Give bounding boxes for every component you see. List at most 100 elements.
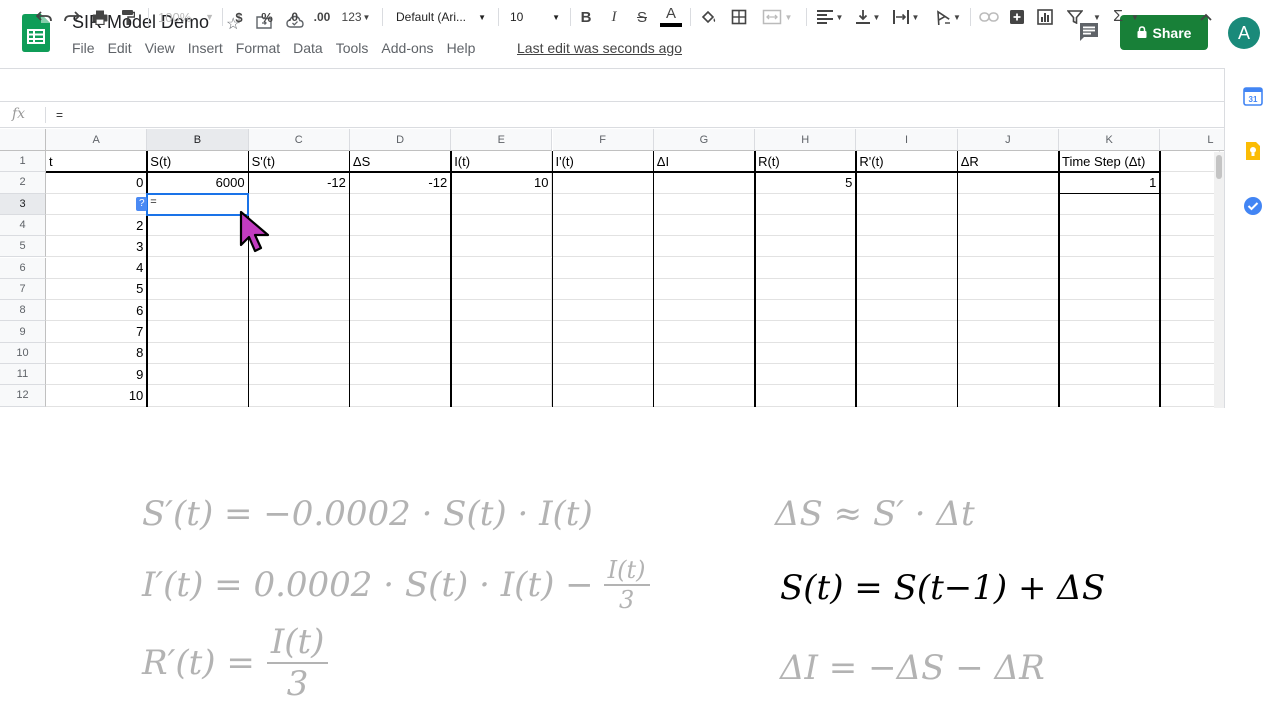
keep-icon[interactable]: [1243, 141, 1263, 161]
cell-l12[interactable]: [1160, 385, 1221, 407]
cell-j8[interactable]: [957, 300, 1059, 322]
cell-h11[interactable]: [755, 364, 857, 386]
cell-i9[interactable]: [856, 321, 958, 343]
column-header-b[interactable]: B: [147, 129, 249, 151]
cell-b9[interactable]: [147, 321, 249, 343]
cell-k11[interactable]: [1059, 364, 1161, 386]
insert-comment-icon[interactable]: [1008, 7, 1026, 27]
cell-l5[interactable]: [1160, 236, 1221, 258]
column-header-h[interactable]: H: [755, 129, 857, 151]
cell-j4[interactable]: [957, 214, 1059, 237]
cell-j11[interactable]: [957, 364, 1059, 386]
vertical-scrollbar[interactable]: [1214, 152, 1224, 408]
cell-g10[interactable]: [653, 342, 756, 364]
cell-l9[interactable]: [1160, 321, 1221, 343]
cell-d12[interactable]: [349, 385, 452, 407]
cell-c2[interactable]: -12: [248, 172, 350, 194]
cell-b8[interactable]: [147, 300, 249, 322]
menu-view[interactable]: View: [145, 40, 175, 58]
cell-a11[interactable]: 9: [46, 364, 148, 386]
cell-f6[interactable]: [552, 257, 654, 279]
cell-a1[interactable]: t: [46, 151, 148, 173]
cell-b1[interactable]: S(t): [147, 151, 249, 173]
cell-b6[interactable]: [147, 257, 249, 279]
cell-k10[interactable]: [1059, 342, 1161, 364]
column-header-k[interactable]: K: [1059, 129, 1161, 151]
cell-i12[interactable]: [856, 385, 958, 407]
column-header-a[interactable]: A: [46, 129, 148, 151]
cell-i10[interactable]: [856, 342, 958, 364]
cell-k1[interactable]: Time Step (Δt): [1059, 151, 1161, 173]
cell-g2[interactable]: [653, 172, 756, 194]
column-header-i[interactable]: I: [856, 129, 958, 151]
cell-e4[interactable]: [451, 214, 553, 237]
cell-i1[interactable]: R'(t): [856, 151, 958, 173]
row-header-5[interactable]: 5: [0, 236, 46, 258]
cell-j7[interactable]: [957, 278, 1059, 301]
cell-e10[interactable]: [451, 342, 553, 364]
cell-l10[interactable]: [1160, 342, 1221, 364]
merge-cells-icon[interactable]: ▼: [758, 7, 796, 27]
menu-insert[interactable]: Insert: [188, 40, 223, 58]
cell-h6[interactable]: [755, 257, 857, 279]
cell-c1[interactable]: S'(t): [248, 151, 350, 173]
column-header-l[interactable]: L: [1160, 129, 1224, 151]
cell-l6[interactable]: [1160, 257, 1221, 279]
paint-format-icon[interactable]: [118, 7, 138, 27]
row-header-6[interactable]: 6: [0, 257, 46, 279]
cell-h8[interactable]: [755, 300, 857, 322]
cell-b12[interactable]: [147, 385, 249, 407]
cell-d6[interactable]: [349, 257, 452, 279]
strikethrough-button[interactable]: S: [634, 7, 650, 27]
cell-a8[interactable]: 6: [46, 300, 148, 322]
cell-h5[interactable]: [755, 236, 857, 258]
cell-e1[interactable]: I(t): [451, 151, 553, 173]
font-size-select[interactable]: 10 ▼: [510, 7, 560, 27]
increase-decimal-button[interactable]: .00: [310, 7, 334, 27]
cell-f2[interactable]: [552, 172, 654, 194]
cell-l1[interactable]: [1160, 151, 1221, 173]
cell-g7[interactable]: [653, 278, 756, 301]
row-header-8[interactable]: 8: [0, 300, 46, 322]
italic-button[interactable]: I: [606, 7, 622, 27]
select-all-corner[interactable]: [0, 129, 46, 151]
cell-a12[interactable]: 10: [46, 385, 148, 407]
row-header-12[interactable]: 12: [0, 385, 46, 407]
cell-b2[interactable]: 6000: [147, 172, 249, 194]
row-header-2[interactable]: 2: [0, 172, 46, 194]
menu-data[interactable]: Data: [293, 40, 323, 58]
cell-f3[interactable]: [552, 193, 654, 215]
column-header-d[interactable]: D: [349, 129, 452, 151]
menu-tools[interactable]: Tools: [336, 40, 369, 58]
redo-icon[interactable]: [62, 7, 82, 27]
row-header-1[interactable]: 1: [0, 151, 46, 173]
cell-k2[interactable]: 1: [1059, 172, 1161, 194]
last-edit-link[interactable]: Last edit was seconds ago: [517, 40, 682, 56]
cell-h10[interactable]: [755, 342, 857, 364]
print-icon[interactable]: [90, 7, 110, 27]
cell-k12[interactable]: [1059, 385, 1161, 407]
cell-h1[interactable]: R(t): [755, 151, 857, 173]
more-formats-button[interactable]: 123 ▼: [340, 7, 372, 27]
row-header-10[interactable]: 10: [0, 342, 46, 364]
cell-c10[interactable]: [248, 342, 350, 364]
cell-j3[interactable]: [957, 193, 1059, 215]
cell-b10[interactable]: [147, 342, 249, 364]
cell-g9[interactable]: [653, 321, 756, 343]
row-header-11[interactable]: 11: [0, 364, 46, 386]
cell-g4[interactable]: [653, 214, 756, 237]
bold-button[interactable]: B: [578, 7, 594, 27]
cell-b5[interactable]: [147, 236, 249, 258]
cell-d9[interactable]: [349, 321, 452, 343]
cell-k9[interactable]: [1059, 321, 1161, 343]
cell-b4[interactable]: [147, 214, 249, 237]
cell-d10[interactable]: [349, 342, 452, 364]
cell-l3[interactable]: [1160, 193, 1221, 215]
cell-g5[interactable]: [653, 236, 756, 258]
cell-e5[interactable]: [451, 236, 553, 258]
spreadsheet-grid[interactable]: A B C D E F G H I J K L 1 2 3 4 5 6 7 8 9 10 11 12 t S(t) S'(t) ΔS I…: [0, 129, 1224, 408]
cell-j5[interactable]: [957, 236, 1059, 258]
cell-h3[interactable]: [755, 193, 857, 215]
undo-icon[interactable]: [34, 7, 54, 27]
cell-g11[interactable]: [653, 364, 756, 386]
